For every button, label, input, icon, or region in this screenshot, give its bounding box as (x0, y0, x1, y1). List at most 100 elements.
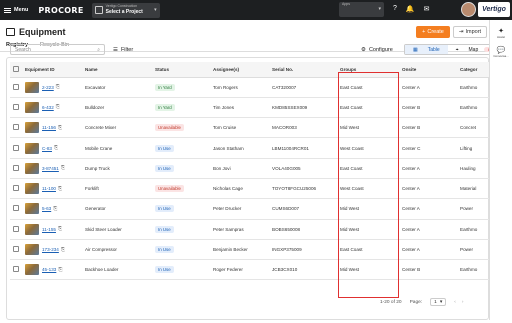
equipment-thumbnail[interactable] (25, 142, 39, 154)
page-select[interactable]: 1 ▾ (430, 298, 447, 306)
select-all-checkbox[interactable] (13, 65, 19, 72)
app-selector[interactable]: Apps Select an App ▾ (339, 2, 384, 28)
serial-number: VOLA40G005 (269, 158, 337, 179)
row-checkbox[interactable] (13, 205, 19, 212)
equipment-id-link[interactable]: 11-156 (42, 125, 56, 130)
next-page-icon[interactable]: › (462, 300, 464, 305)
equipment-id-link[interactable]: 11-155 (42, 227, 56, 232)
row-checkbox[interactable] (13, 124, 19, 131)
serial-number: TOYOT8FGCU25006 (269, 178, 337, 200)
table-row[interactable]: 45-133 ⎘ Backhoe Loader In Use Roger Federer… (10, 259, 489, 281)
column-header-status[interactable]: Status (152, 62, 210, 78)
import-icon: ⇥ (458, 29, 464, 35)
status-badge: In Use (155, 225, 174, 233)
equipment-id-link[interactable]: 173-234 (42, 247, 59, 252)
top-navigation-bar: Menu PROCORE Vertigo Construction Select… (0, 0, 512, 28)
equipment-thumbnail[interactable] (25, 101, 39, 113)
rail-item-assist[interactable]: ✦ Assist (490, 27, 512, 39)
group: East Coast (337, 158, 399, 179)
previous-page-icon[interactable]: ‹ (454, 300, 456, 305)
table-row[interactable]: 6-432 ⎘ Bulldozer In Yard Tim Jones KMD85SSEX… (10, 97, 489, 119)
app-small-label: Apps (342, 2, 350, 6)
column-header-equipment-id[interactable]: Equipment ID (22, 62, 82, 78)
group: West Coast (337, 178, 399, 200)
table-row[interactable]: 11-156 ⎘ Concrete Mixer Unavailable Tom Crui… (10, 117, 489, 139)
group: Mid West (337, 117, 399, 139)
bell-icon[interactable]: 🔔 (406, 5, 415, 13)
create-label: Create (427, 29, 444, 35)
column-header-assignees[interactable]: Assignee(s) (210, 62, 269, 78)
table-view-button[interactable]: ▦ Table (405, 45, 448, 54)
row-checkbox[interactable] (13, 266, 19, 273)
configure-icon: ⚙ (361, 46, 366, 53)
equipment-id-link[interactable]: 11-100 (42, 186, 56, 191)
equipment-name: Mobile Crane (82, 137, 152, 159)
table-row[interactable]: 173-234 ⎘ Air Compressor In Use Benjamin Bec… (10, 239, 489, 261)
company-logo: Vertigo (478, 2, 510, 17)
serial-number: CUMS6D007 (269, 198, 337, 220)
equipment-thumbnail[interactable] (25, 162, 39, 174)
table-row[interactable]: 2-223 ⎘ Excavator In Yard Tom Rogers CAT32000… (10, 77, 489, 98)
search-input[interactable]: Search ⌕ (10, 44, 105, 55)
equipment-thumbnail[interactable] (25, 122, 39, 134)
equipment-id-link[interactable]: 6-432 (42, 105, 54, 110)
rail-item-conversations[interactable]: 💬 Conversa... (490, 46, 512, 58)
table-row[interactable]: 3-87451 ⎘ Dump Truck In Use Bon Jovi VOLA40G0… (10, 158, 489, 179)
group: East Coast (337, 239, 399, 261)
category: Earthmo (457, 77, 489, 98)
page-title: Equipment (6, 27, 66, 37)
notifications-icon[interactable]: ✉ (424, 5, 430, 13)
serial-number: JCB3CX010 (269, 259, 337, 281)
configure-button[interactable]: ⚙ Configure (361, 44, 393, 55)
column-header-serial-no[interactable]: Serial No. (269, 62, 337, 78)
equipment-id-link[interactable]: 5-63 (42, 206, 51, 211)
procore-logo[interactable]: PROCORE (38, 6, 83, 15)
user-avatar[interactable] (461, 2, 476, 17)
row-checkbox[interactable] (13, 246, 19, 253)
equipment-id-link[interactable]: 2-223 (42, 85, 54, 90)
rail-item-label: Conversa... (493, 54, 509, 58)
menu-button[interactable]: Menu (0, 0, 32, 20)
equipment-thumbnail[interactable] (25, 264, 39, 276)
attachment-icon: ⎘ (53, 205, 58, 212)
filter-button[interactable]: ☰ Filter (113, 44, 133, 55)
onsite: Center B (399, 259, 457, 281)
group: West Coast (337, 137, 399, 159)
attachment-icon: ⎘ (60, 165, 65, 172)
row-checkbox[interactable] (13, 225, 19, 232)
help-icon[interactable]: ? (393, 5, 397, 13)
table-row[interactable]: 5-63 ⎘ Generator In Use Peter Drucker CUMS6D0… (10, 198, 489, 220)
column-header-category[interactable]: Categor (457, 62, 489, 78)
table-row[interactable]: 11-100 ⎘ Forklift Unavailable Nicholas Cage T… (10, 178, 489, 200)
equipment-id-link[interactable]: C-83 (42, 146, 52, 151)
create-button[interactable]: + Create (416, 26, 450, 38)
equipment-thumbnail[interactable] (25, 203, 39, 215)
row-checkbox[interactable] (13, 144, 19, 151)
column-header-onsite[interactable]: Onsite (399, 62, 457, 78)
row-checkbox[interactable] (13, 185, 19, 192)
import-button[interactable]: ⇥ Import (453, 26, 487, 38)
onsite: Center A (399, 158, 457, 179)
row-checkbox[interactable] (13, 164, 19, 171)
table-row[interactable]: 11-155 ⎘ Skid Steer Loader In Use Peter Samp… (10, 219, 489, 240)
column-header-groups[interactable]: Groups (337, 62, 399, 78)
equipment-thumbnail[interactable] (25, 183, 39, 195)
search-icon: ⌕ (97, 46, 100, 53)
hamburger-icon (4, 7, 11, 13)
equipment-name: Generator (82, 198, 152, 220)
attachment-icon: ⎘ (58, 266, 63, 273)
page-label: Page: (409, 299, 423, 305)
project-selector[interactable]: Vertigo Construction Select a Project ▾ (91, 2, 160, 18)
column-header-name[interactable]: Name (82, 62, 152, 78)
serial-number: KMD85SSEX009 (269, 97, 337, 119)
equipment-id-link[interactable]: 3-87451 (42, 166, 59, 171)
equipment-id-link[interactable]: 45-133 (42, 267, 56, 272)
equipment-thumbnail[interactable] (25, 223, 39, 235)
equipment-thumbnail[interactable] (25, 81, 39, 93)
equipment-thumbnail[interactable] (25, 244, 39, 256)
row-checkbox[interactable] (13, 83, 19, 90)
table-row[interactable]: C-83 ⎘ Mobile Crane In Use Jason Statham LBM1… (10, 137, 489, 159)
table-icon: ▦ (413, 46, 418, 53)
row-checkbox[interactable] (13, 103, 19, 110)
chat-icon: 💬 (496, 47, 506, 54)
